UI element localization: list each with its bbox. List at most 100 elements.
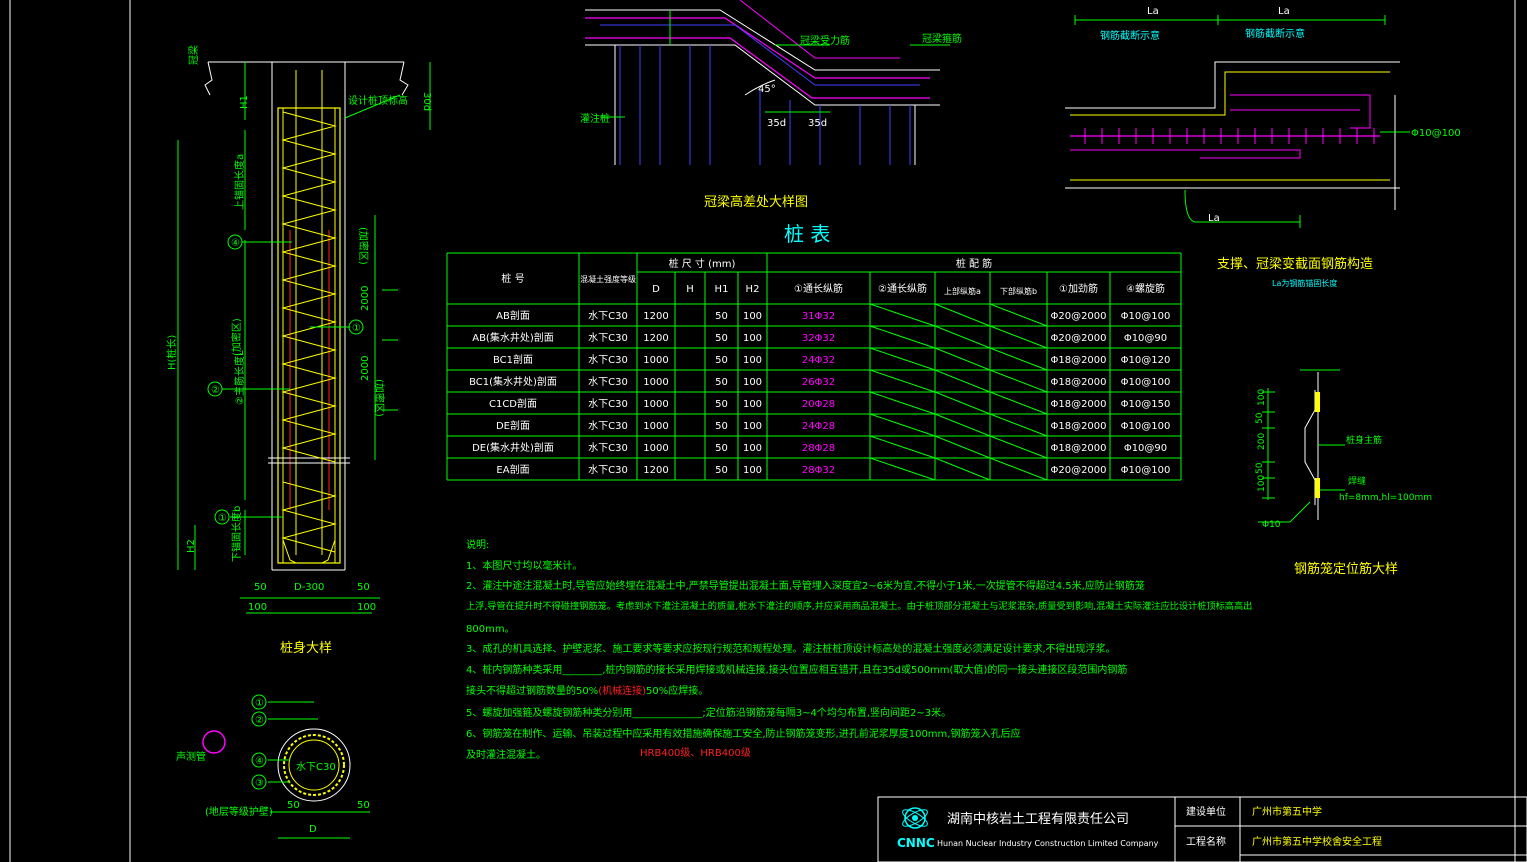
spacer-weld-label: 焊缝 bbox=[1348, 475, 1366, 487]
la-top-b: La bbox=[1278, 6, 1290, 17]
row-concrete: 水下C30 bbox=[588, 354, 628, 366]
th-r4: 下部纵筋b bbox=[1000, 286, 1037, 296]
note-5: 5、螺旋加强箍及螺旋钢筋种类分别用______________;定位筋沿钢筋笼每… bbox=[466, 708, 952, 719]
row-concrete: 水下C30 bbox=[588, 442, 628, 454]
row-h2: 100 bbox=[743, 465, 762, 476]
owner-label: 建设单位 bbox=[1186, 805, 1226, 818]
row-stiffener: Φ18@2000 bbox=[1050, 421, 1106, 432]
row-h2: 100 bbox=[743, 377, 762, 388]
row-concrete: 水下C30 bbox=[588, 420, 628, 432]
dim-50-left: 50 bbox=[254, 582, 267, 593]
section-50-left: 50 bbox=[287, 800, 300, 811]
note-2: 2、灌注中途注混凝土时,导管应始终埋在混凝土中,严禁导管提出混凝土面,导管埋入深… bbox=[466, 581, 1145, 592]
tag-2: ② bbox=[211, 385, 220, 396]
row-pile-no: BC1剖面 bbox=[493, 353, 533, 366]
dim-h2: H2 bbox=[186, 539, 197, 553]
main-len-label: ②主筋长度L bbox=[233, 350, 246, 405]
tag-4: ④ bbox=[231, 238, 240, 249]
th-h2: H2 bbox=[746, 284, 760, 295]
owner-value: 广州市第五中学 bbox=[1252, 805, 1322, 818]
row-h1: 50 bbox=[715, 421, 728, 432]
note-6-end: 及时灌注混凝土。 bbox=[466, 750, 546, 761]
support-label-b: 钢筋截断示意 bbox=[1245, 27, 1305, 40]
spacer-rebar: Φ10 bbox=[1262, 520, 1281, 530]
row-stiffener: Φ20@2000 bbox=[1050, 311, 1106, 322]
row-concrete: 水下C30 bbox=[588, 464, 628, 476]
crown-angle: 45° bbox=[758, 84, 776, 95]
row-stiffener: Φ18@2000 bbox=[1050, 355, 1106, 366]
row-main-rebar: 32Φ32 bbox=[802, 333, 835, 344]
row-d: 1000 bbox=[643, 443, 668, 454]
dim-100-left: 100 bbox=[248, 602, 267, 613]
logo-text: CNNC bbox=[897, 836, 935, 850]
tag-1b: ① bbox=[218, 513, 227, 524]
crown-label-stirrup: 冠梁箍筋 bbox=[922, 32, 962, 45]
row-concrete: 水下C30 bbox=[588, 398, 628, 410]
row-h2: 100 bbox=[743, 399, 762, 410]
lower-anchor-label: 下锚固长度b bbox=[230, 506, 243, 562]
row-main-rebar: 28Φ28 bbox=[802, 443, 835, 454]
spacer-dim-4: 100 bbox=[1257, 475, 1267, 492]
note-4-part-b: (机械连接) bbox=[598, 686, 647, 697]
note-4-part-c: 50%应焊接。 bbox=[646, 686, 709, 697]
row-pile-no: AB剖面 bbox=[496, 309, 530, 322]
row-h2: 100 bbox=[743, 333, 762, 344]
note-4: 4、桩内钢筋种类采用________,桩内钢筋的接长采用焊接或机械连接,接头位置… bbox=[466, 665, 1128, 676]
th-r6: ④螺旋筋 bbox=[1126, 282, 1165, 295]
tag-1a: ① bbox=[352, 323, 361, 334]
row-main-rebar: 31Φ32 bbox=[802, 311, 835, 322]
note-1: 1、本图尺寸均以毫米计。 bbox=[466, 561, 583, 572]
upper-anchor-label: 上锚固长度a bbox=[233, 154, 246, 210]
section-tag-1: ① bbox=[255, 698, 264, 709]
th-rebar: 桩 配 筋 bbox=[956, 257, 992, 270]
row-h1: 50 bbox=[715, 443, 728, 454]
support-detail-title: 支撑、冠梁变截面钢筋构造 bbox=[1217, 256, 1373, 272]
spacer-dim-1: 50 bbox=[1255, 412, 1265, 424]
row-stiffener: Φ18@2000 bbox=[1050, 377, 1106, 388]
th-r2: ②通长纵筋 bbox=[878, 282, 927, 295]
crown-beam-label: 冠梁 bbox=[187, 45, 200, 65]
note-3: 3、成孔的机具选择、护壁泥浆、施工要求等要求应按现行规范和规程处理。灌注桩桩顶设… bbox=[466, 644, 1116, 655]
dense-label-2b: (加密区) bbox=[230, 318, 243, 356]
spacer-dim-0: 100 bbox=[1257, 389, 1267, 406]
notes-heading: 说明: bbox=[466, 540, 490, 551]
spacer-weld-spec: hf=8mm,hl=100mm bbox=[1339, 493, 1432, 503]
row-h1: 50 bbox=[715, 311, 728, 322]
spacer-detail-title: 钢筋笼定位筋大样 bbox=[1294, 561, 1398, 577]
th-size: 桩 尺 寸 (mm) bbox=[669, 257, 736, 270]
crown-35d-b: 35d bbox=[808, 118, 827, 129]
row-stiffener: Φ20@2000 bbox=[1050, 333, 1106, 344]
dim-50-right: 50 bbox=[357, 582, 370, 593]
section-d: D bbox=[309, 824, 317, 835]
th-concrete: 混凝土强度等级 bbox=[580, 274, 636, 284]
row-spiral: Φ10@90 bbox=[1124, 443, 1167, 454]
row-main-rebar: 26Φ32 bbox=[802, 377, 835, 388]
row-stiffener: Φ20@2000 bbox=[1050, 465, 1106, 476]
th-r5: ①加劲筋 bbox=[1059, 282, 1098, 295]
row-main-rebar: 20Φ28 bbox=[802, 399, 835, 410]
crown-35d-a: 35d bbox=[767, 118, 786, 129]
dim-d300: D-300 bbox=[294, 582, 324, 593]
row-spiral: Φ10@100 bbox=[1121, 465, 1171, 476]
spacer-dim-3: 50 bbox=[1255, 462, 1265, 474]
note-6: 6、钢筋笼在制作、运输、吊装过程中应采用有效措施确保施工安全,防止钢筋笼变形,进… bbox=[466, 729, 1021, 740]
row-h1: 50 bbox=[715, 465, 728, 476]
th-d: D bbox=[652, 284, 660, 295]
la-top-a: La bbox=[1147, 6, 1159, 17]
row-concrete: 水下C30 bbox=[588, 376, 628, 388]
row-pile-no: DE(集水井处)剖面 bbox=[472, 441, 554, 454]
row-stiffener: Φ18@2000 bbox=[1050, 443, 1106, 454]
row-h1: 50 bbox=[715, 377, 728, 388]
dim-2000-a: 2000 bbox=[360, 286, 371, 311]
project-label: 工程名称 bbox=[1186, 835, 1226, 848]
dim-2000-b: 2000 bbox=[360, 356, 371, 381]
th-h: H bbox=[686, 284, 694, 295]
row-h2: 100 bbox=[743, 443, 762, 454]
section-dense-label: (地层等级护壁) bbox=[205, 805, 273, 818]
support-detail-subtitle: La为钢筋锚固长度 bbox=[1272, 278, 1337, 288]
row-h1: 50 bbox=[715, 399, 728, 410]
row-pile-no: AB(集水井处)剖面 bbox=[472, 331, 554, 344]
row-main-rebar: 24Φ28 bbox=[802, 421, 835, 432]
row-h1: 50 bbox=[715, 355, 728, 366]
note-4-part-a: 接头不得超过钢筋数量的50% bbox=[466, 686, 599, 697]
